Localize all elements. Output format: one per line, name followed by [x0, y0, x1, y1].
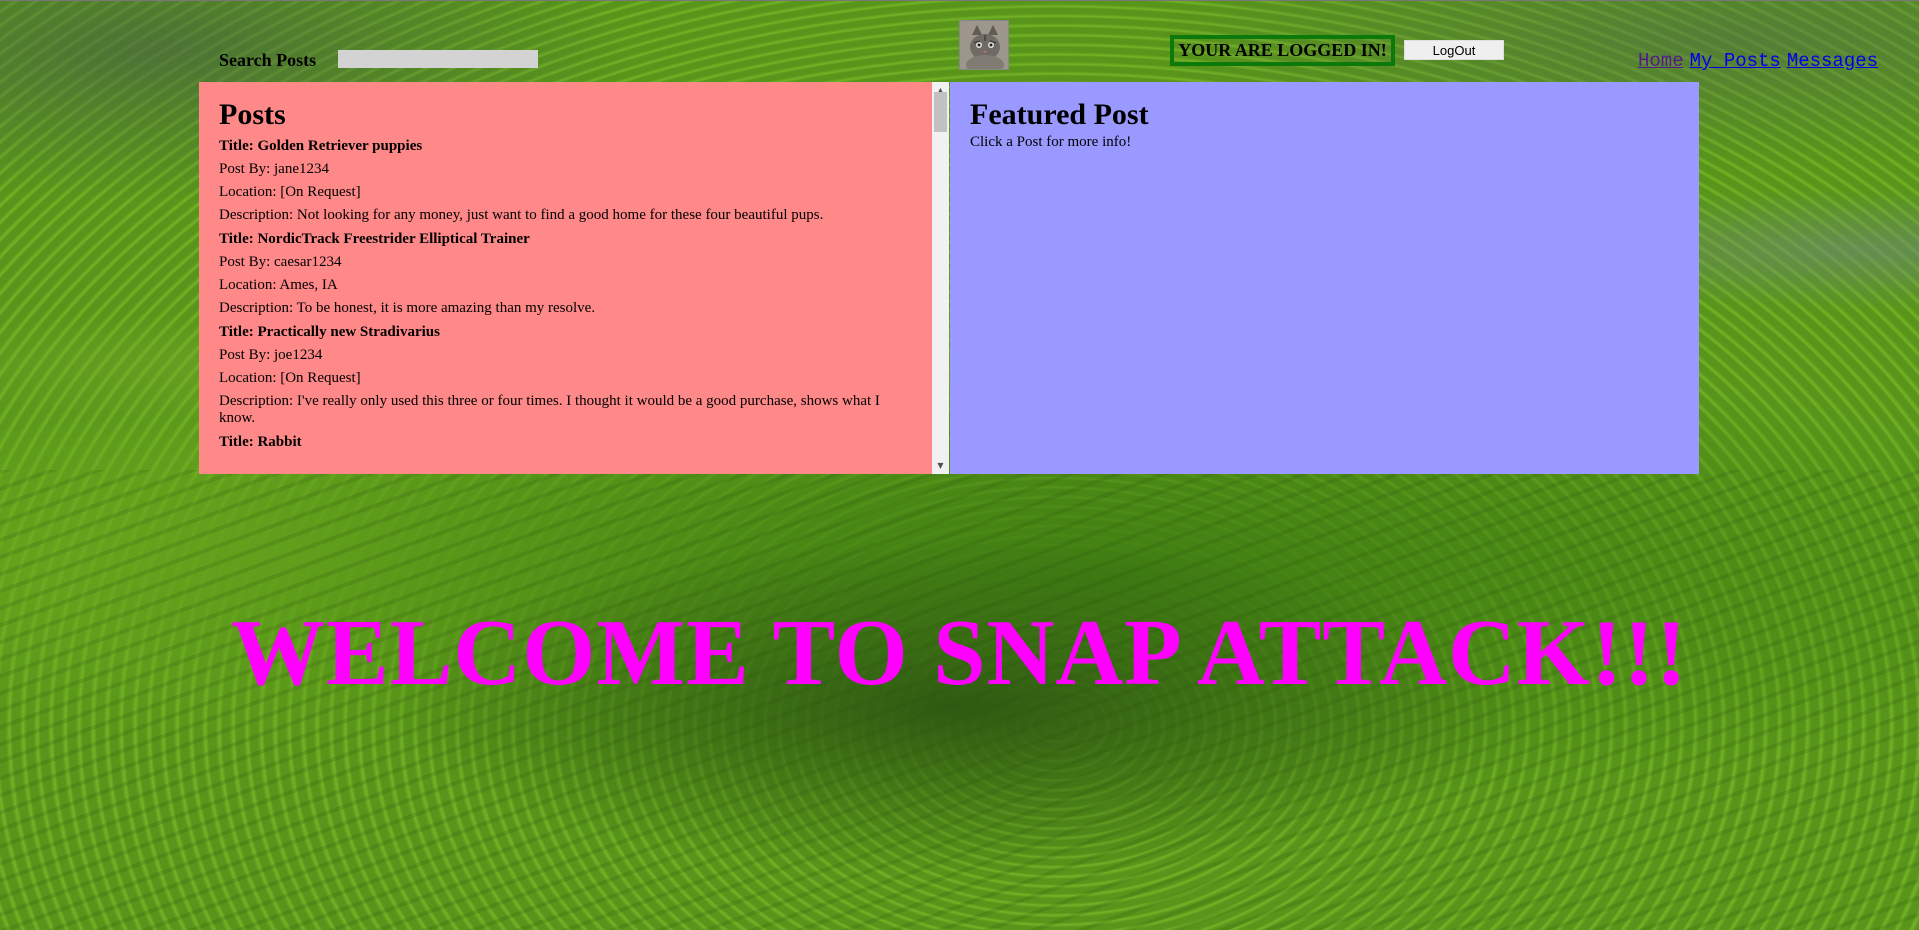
search-label: Search Posts	[219, 50, 317, 70]
featured-post-hint: Click a Post for more info!	[970, 134, 1132, 150]
nav-link-my-posts[interactable]: My Posts	[1690, 50, 1781, 72]
scroll-thumb[interactable]	[934, 92, 947, 132]
posts-list[interactable]: Posts Title: Golden Retriever puppies Po…	[199, 82, 932, 474]
post-author: Post By: joe1234	[219, 347, 323, 363]
post-title: Title: Rabbit	[219, 434, 302, 450]
featured-post-panel: Featured Post Click a Post for more info…	[950, 82, 1699, 474]
post-item[interactable]: Title: Golden Retriever puppies Post By:…	[219, 138, 912, 224]
logout-button[interactable]: LogOut	[1404, 40, 1504, 60]
post-location: Location: [On Request]	[219, 184, 361, 200]
post-description: Description: To be honest, it is more am…	[219, 300, 596, 316]
posts-scrollbar[interactable]: ▲ ▼	[932, 82, 949, 474]
post-location: Location: Ames, IA	[219, 277, 338, 293]
post-description: Description: I've really only used this …	[219, 393, 880, 426]
nav-link-home[interactable]: Home	[1638, 50, 1684, 72]
top-bar: Search Posts YOUR ARE LOGGED IN! LogOut …	[0, 0, 1919, 82]
scroll-down-arrow-icon[interactable]: ▼	[932, 457, 949, 474]
posts-panel: Posts Title: Golden Retriever puppies Po…	[199, 82, 949, 474]
post-author: Post By: caesar1234	[219, 254, 342, 270]
post-title: Title: NordicTrack Freestrider Elliptica…	[219, 231, 530, 247]
post-title: Title: Practically new Stradivarius	[219, 324, 440, 340]
post-item[interactable]: Title: Practically new Stradivarius Post…	[219, 324, 912, 427]
search-input[interactable]	[338, 50, 538, 68]
welcome-banner: WELCOME TO SNAP ATTACK!!!	[231, 601, 1688, 705]
main-nav: Home My Posts Messages	[1638, 50, 1884, 72]
cat-avatar-icon	[959, 20, 1009, 70]
posts-title: Posts	[219, 98, 286, 131]
login-status-badge: YOUR ARE LOGGED IN!	[1170, 35, 1395, 66]
nav-link-messages[interactable]: Messages	[1787, 50, 1878, 72]
post-description: Description: Not looking for any money, …	[219, 207, 824, 223]
post-location: Location: [On Request]	[219, 370, 361, 386]
post-item[interactable]: Title: Rabbit	[219, 434, 912, 451]
featured-post-title: Featured Post	[970, 98, 1149, 131]
post-author: Post By: jane1234	[219, 161, 330, 177]
post-title: Title: Golden Retriever puppies	[219, 138, 423, 154]
post-item[interactable]: Title: NordicTrack Freestrider Elliptica…	[219, 231, 912, 317]
